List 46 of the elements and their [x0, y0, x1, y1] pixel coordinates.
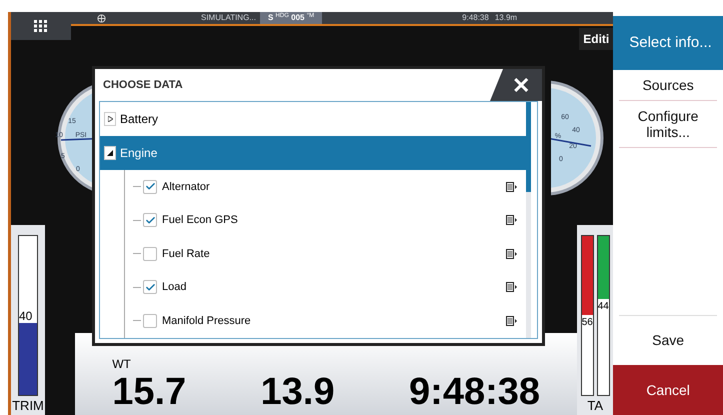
trim-reading: 40 [19, 308, 32, 326]
expander-icon [104, 112, 116, 126]
edit-tab[interactable]: Editi [579, 28, 614, 50]
list-menu-icon[interactable] [506, 248, 518, 259]
cancel-button[interactable]: Cancel [613, 365, 723, 415]
check-icon [144, 181, 156, 192]
checkbox[interactable] [143, 213, 157, 228]
status-depth: 13.9m [494, 12, 518, 24]
globe-icon [97, 14, 106, 23]
data-field-value: 9:48:38 [409, 373, 540, 411]
tree-group-row[interactable]: Engine [100, 136, 526, 170]
status-time: 9:48:38 [462, 12, 489, 24]
data-field-label: WT [112, 356, 132, 373]
panel-title: Select info... [613, 16, 723, 70]
data-item-label: Fuel Rate [162, 246, 211, 262]
trim-label: TRIM [12, 396, 44, 414]
checkbox[interactable] [143, 314, 157, 328]
list-menu-icon[interactable] [506, 316, 518, 326]
checkbox[interactable] [143, 280, 157, 294]
data-item-label: Fuel Econ GPS [162, 213, 239, 228]
group-label: Engine [120, 145, 158, 162]
data-field-value: 13.9 [260, 373, 335, 411]
dialog-title: CHOOSE DATA [102, 78, 183, 93]
tabs-label: TA [587, 396, 604, 414]
list-menu-icon[interactable] [506, 282, 518, 292]
data-item-label: Load [162, 280, 188, 295]
tab-bar-reading: 56 [582, 316, 593, 330]
grid-icon [34, 20, 48, 32]
check-icon [144, 282, 156, 293]
checkbox[interactable] [143, 246, 157, 261]
tab-bar-reading: 44 [598, 300, 609, 314]
data-item-label: Alternator [162, 180, 211, 194]
check-icon [144, 214, 156, 226]
close-button[interactable]: ✕ [490, 69, 542, 101]
expander-icon [104, 146, 116, 160]
checkbox[interactable] [143, 180, 157, 194]
list-menu-icon[interactable] [506, 215, 518, 226]
status-mode: SIMULATING... [201, 12, 256, 24]
panel-menu-item[interactable]: Configure limits... [619, 101, 717, 148]
tree-group-row[interactable]: Battery [100, 102, 526, 136]
heading-readout: S $^{HDG}$ 005 $^{°M}$ [260, 12, 322, 24]
data-field-value: 15.7 [112, 373, 186, 411]
group-label: Battery [120, 111, 158, 128]
list-menu-icon[interactable] [506, 182, 518, 192]
data-item-label: Manifold Pressure [162, 314, 252, 328]
panel-menu-item[interactable]: Sources [619, 70, 717, 101]
